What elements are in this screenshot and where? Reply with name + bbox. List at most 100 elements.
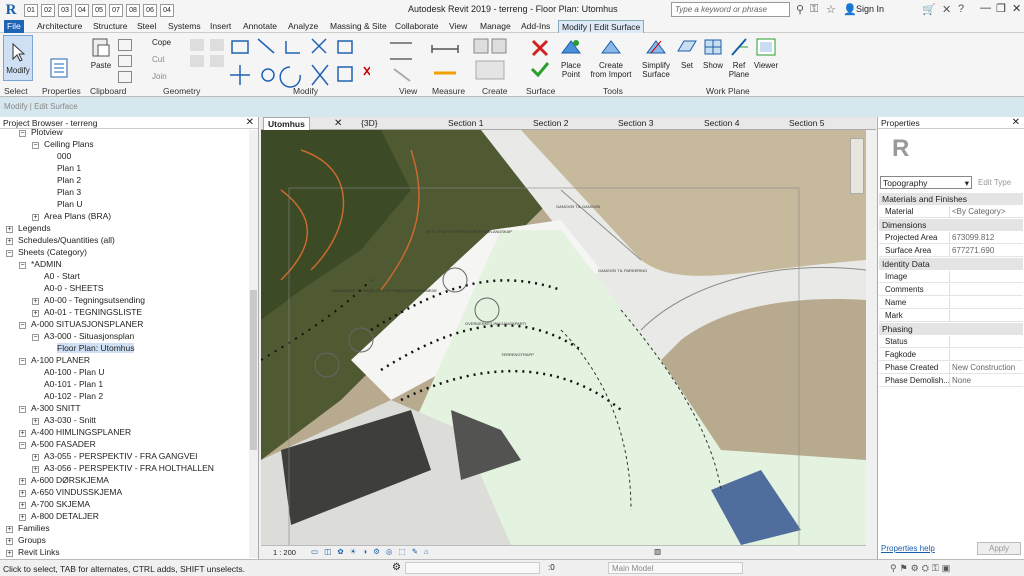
tab-steel[interactable]: Steel — [134, 20, 159, 33]
tree-expand-toggle[interactable]: + — [6, 238, 13, 245]
view-tab-section-5[interactable]: Section 5 — [789, 117, 824, 130]
ref-plane-button[interactable]: Ref Plane — [728, 37, 750, 79]
property-value[interactable] — [949, 336, 1021, 348]
qat-shortcut[interactable]: 03 — [58, 3, 72, 17]
property-value[interactable] — [949, 349, 1021, 361]
tree-expand-toggle[interactable]: − — [19, 406, 26, 413]
tab-massing-site[interactable]: Massing & Site — [327, 20, 390, 33]
cut-button[interactable]: Cut — [152, 55, 164, 64]
tree-item[interactable]: A-500 FASADER — [31, 439, 96, 449]
subscription-icon[interactable]: ⚿ — [810, 3, 818, 16]
view-control-icons[interactable]: ▭ ◫ ✿ ☀ ◑ ⚙ ◎ ⬚ ✎ ⌂ — [311, 547, 431, 556]
place-point-button[interactable]: Place Point — [556, 37, 586, 79]
show-work-plane-button[interactable]: Show — [700, 37, 726, 70]
view-tab-section-2[interactable]: Section 2 — [533, 117, 568, 130]
tree-item[interactable]: A-650 VINDUSSKJEMA — [31, 487, 122, 497]
tree-item[interactable]: A-400 HIMLINGSPLANER — [31, 427, 131, 437]
measure-icon[interactable] — [430, 39, 460, 83]
properties-button[interactable] — [45, 58, 73, 82]
tree-expand-toggle[interactable]: − — [19, 262, 26, 269]
tree-item[interactable]: Families — [18, 523, 50, 533]
close-icon[interactable]: ✕ — [1012, 2, 1021, 15]
tree-item[interactable]: A-000 SITUASJONSPLANER — [31, 319, 143, 329]
exchange-apps-icon[interactable]: ✕ — [942, 3, 951, 16]
geometry-tool-icon[interactable] — [190, 55, 204, 67]
viewer-button[interactable]: Viewer — [752, 37, 780, 70]
tree-item[interactable]: Schedules/Quantities (all) — [18, 235, 115, 245]
tree-item[interactable]: Plan U — [57, 199, 83, 209]
tree-item[interactable]: *ADMIN — [31, 259, 62, 269]
set-work-plane-button[interactable]: Set — [676, 37, 698, 70]
tree-item[interactable]: A0-102 - Plan 2 — [44, 391, 103, 401]
tree-expand-toggle[interactable]: + — [6, 526, 13, 533]
tab-insert[interactable]: Insert — [207, 20, 234, 33]
view-tab-3d[interactable]: {3D} — [361, 117, 378, 130]
tab-systems[interactable]: Systems — [165, 20, 204, 33]
qat-shortcut[interactable]: 04 — [75, 3, 89, 17]
tree-expand-toggle[interactable]: + — [6, 550, 13, 557]
property-value[interactable] — [949, 297, 1021, 309]
tree-item[interactable]: Sheets (Category) — [18, 247, 87, 257]
tree-expand-toggle[interactable]: − — [6, 250, 13, 257]
tree-expand-toggle[interactable]: + — [6, 538, 13, 545]
tree-expand-toggle[interactable]: + — [32, 466, 39, 473]
tab-architecture[interactable]: Architecture — [34, 20, 85, 33]
tree-item[interactable]: Legends — [18, 223, 51, 233]
property-value[interactable]: 673099.812 — [949, 232, 1021, 244]
type-selector[interactable]: Topography ▾ — [880, 176, 972, 189]
qat-shortcut[interactable]: 01 — [24, 3, 38, 17]
property-value[interactable]: 677271.690 — [949, 245, 1021, 257]
tree-expand-toggle[interactable]: + — [32, 298, 39, 305]
tree-item[interactable]: Ceiling Plans — [44, 139, 94, 149]
tree-expand-toggle[interactable]: − — [19, 358, 26, 365]
match-type-icon[interactable] — [118, 71, 132, 83]
property-value[interactable] — [949, 271, 1021, 283]
cart-icon[interactable]: 🛒 — [922, 3, 936, 16]
property-value[interactable]: New Construction — [949, 362, 1021, 374]
qat-shortcut[interactable]: 07 — [109, 3, 123, 17]
cope-button[interactable]: Cope — [152, 38, 171, 47]
qat-shortcut[interactable]: 02 — [41, 3, 55, 17]
close-icon[interactable]: ✕ — [246, 117, 254, 128]
tree-expand-toggle[interactable]: + — [32, 310, 39, 317]
tree-item[interactable]: Revit Links — [18, 547, 60, 557]
view-tab-utomhus[interactable]: Utomhus — [263, 117, 310, 130]
geometry-tool-icon[interactable] — [210, 55, 224, 67]
qat-shortcut[interactable]: 06 — [143, 3, 157, 17]
cut-clipboard-icon[interactable] — [118, 39, 132, 51]
tree-item[interactable]: A-100 PLANER — [31, 355, 90, 365]
tree-item[interactable]: A-600 DØRSKJEMA — [31, 475, 109, 485]
edit-type-button[interactable]: Edit Type — [978, 178, 1011, 187]
tree-item[interactable]: A3-056 - PERSPEKTIV - FRA HOLTHALLEN — [44, 463, 214, 473]
view-tab-section-3[interactable]: Section 3 — [618, 117, 653, 130]
tree-expand-toggle[interactable]: + — [32, 454, 39, 461]
navigation-bar[interactable] — [850, 138, 864, 194]
property-group-header[interactable]: Identity Data — [879, 258, 1023, 270]
tab-add-ins[interactable]: Add-Ins — [518, 20, 553, 33]
selection-filter-icons[interactable]: ⚲⚑⚙⛭⚿▣ — [890, 563, 953, 574]
tree-expand-toggle[interactable]: − — [32, 334, 39, 341]
tree-expand-toggle[interactable]: + — [19, 478, 26, 485]
workset-field[interactable] — [405, 562, 540, 574]
qat-shortcut[interactable]: 05 — [92, 3, 106, 17]
help-icon[interactable]: ? — [958, 3, 964, 15]
geometry-tool-icon[interactable] — [210, 39, 224, 51]
tree-item[interactable]: Plotview — [31, 127, 63, 137]
properties-help-link[interactable]: Properties help — [881, 544, 935, 553]
tree-expand-toggle[interactable]: + — [19, 430, 26, 437]
tree-item[interactable]: Plan 1 — [57, 163, 81, 173]
tree-expand-toggle[interactable]: − — [19, 130, 26, 137]
view-scale[interactable]: 1 : 200 — [273, 548, 296, 557]
qat-shortcut[interactable]: 08 — [126, 3, 140, 17]
tree-expand-toggle[interactable]: − — [19, 442, 26, 449]
search-icon[interactable]: ⚲ — [796, 3, 804, 16]
geometry-tool-icon[interactable] — [190, 39, 204, 51]
property-group-header[interactable]: Dimensions — [879, 219, 1023, 231]
tree-item[interactable]: A3-055 - PERSPEKTIV - FRA GANGVEI — [44, 451, 198, 461]
tree-expand-toggle[interactable]: + — [19, 490, 26, 497]
view-tools-icon[interactable] — [386, 39, 416, 83]
user-icon[interactable]: 👤 — [843, 3, 857, 16]
design-options-field[interactable]: Main Model — [608, 562, 743, 574]
copy-clipboard-icon[interactable] — [118, 55, 132, 67]
tree-expand-toggle[interactable]: + — [19, 502, 26, 509]
